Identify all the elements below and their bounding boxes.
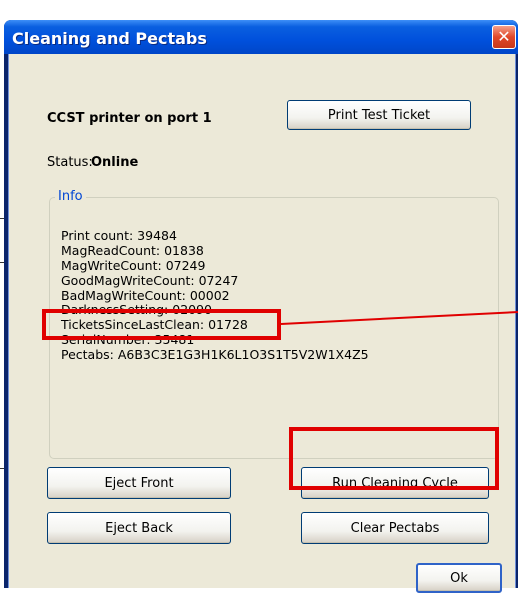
clear-pectabs-label: Clear Pectabs (350, 520, 440, 536)
ok-button[interactable]: Ok (416, 563, 502, 593)
printer-name: CCST printer on port 1 (47, 111, 212, 126)
ok-label: Ok (450, 570, 468, 586)
eject-front-label: Eject Front (104, 475, 174, 491)
info-group-title: Info (55, 189, 86, 204)
print-test-ticket-button[interactable]: Print Test Ticket (287, 100, 471, 130)
info-line: GoodMagWriteCount: 07247 (61, 273, 239, 288)
info-line: BadMagWriteCount: 00002 (61, 288, 230, 303)
eject-back-label: Eject Back (105, 520, 173, 536)
status-label: Status: (47, 155, 93, 170)
info-line: Print count: 39484 (61, 228, 177, 243)
eject-front-button[interactable]: Eject Front (47, 467, 231, 499)
info-line: Pectabs: A6B3C3E1G3H1K6L1O3S1T5V2W1X4Z5 (61, 347, 369, 362)
close-button[interactable]: ✕ (492, 25, 516, 49)
highlight-box-run-cleaning (289, 427, 499, 490)
print-test-ticket-label: Print Test Ticket (327, 107, 431, 123)
status-value: Online (91, 155, 139, 170)
title-bar[interactable]: Cleaning and Pectabs ✕ (4, 20, 518, 54)
eject-back-button[interactable]: Eject Back (47, 512, 231, 544)
highlight-box-tickets-since-clean (42, 309, 281, 340)
close-icon: ✕ (497, 27, 511, 46)
window-title: Cleaning and Pectabs (12, 29, 207, 48)
dialog-window: Cleaning and Pectabs ✕ CCST printer on p… (4, 20, 518, 593)
info-line: MagReadCount: 01838 (61, 243, 204, 258)
clear-pectabs-button[interactable]: Clear Pectabs (301, 512, 489, 544)
info-line: MagWriteCount: 07249 (61, 258, 206, 273)
